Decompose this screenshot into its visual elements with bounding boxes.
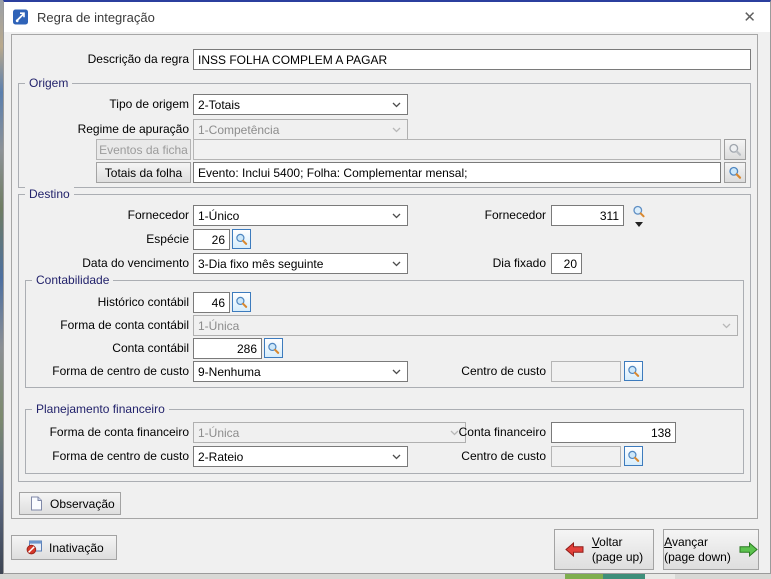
forma-centro-custo-financeiro-label: Forma de centro de custo <box>52 449 189 463</box>
especie-label: Espécie <box>146 232 189 246</box>
green-right-arrow-icon <box>739 542 758 557</box>
tipo-origem-combobox[interactable]: 2-Totais <box>193 94 408 115</box>
tipo-origem-label: Tipo de origem <box>109 97 189 111</box>
tipo-origem-value: 2-Totais <box>198 97 241 112</box>
forma-conta-contabil-combobox: 1-Única <box>193 315 738 336</box>
window-title: Regra de integração <box>37 9 155 25</box>
centro-custo-contabil-input <box>551 361 621 382</box>
forma-conta-financeiro-value: 1-Única <box>198 425 240 440</box>
screen: Regra de integração ✕ Descrição da regra… <box>0 0 771 579</box>
forma-centro-custo-financeiro-value: 2-Rateio <box>198 449 244 464</box>
data-vencimento-value: 3-Dia fixo mês seguinte <box>198 256 324 271</box>
forma-centro-custo-contabil-value: 9-Nenhuma <box>198 364 261 379</box>
chevron-down-icon <box>392 127 401 133</box>
desktop-color-patch <box>603 574 645 579</box>
dia-fixado-label: Dia fixado <box>492 256 546 270</box>
voltar-button[interactable]: Voltar (page up) <box>554 529 654 570</box>
conta-contabil-input[interactable]: 286 <box>193 338 262 359</box>
descricao-input[interactable]: INSS FOLHA COMPLEM A PAGAR <box>193 49 751 70</box>
fornecedor-dropdown-arrow-icon[interactable] <box>635 222 643 227</box>
chevron-down-icon <box>392 102 401 108</box>
regra-integracao-dialog: Regra de integração ✕ Descrição da regra… <box>3 0 771 574</box>
totais-folha-button[interactable]: Totais da folha <box>96 162 191 183</box>
desktop-color-patch <box>645 574 675 579</box>
eventos-ficha-button: Eventos da ficha <box>96 139 191 160</box>
planejamento-legend: Planejamento financeiro <box>32 402 169 416</box>
descricao-label: Descrição da regra <box>87 52 189 66</box>
forma-conta-financeiro-label: Forma de conta financeiro <box>49 425 189 439</box>
fornecedor-codigo-input[interactable]: 311 <box>551 205 624 226</box>
document-icon <box>30 496 43 511</box>
regime-apuracao-label: Regime de apuração <box>77 122 189 136</box>
voltar-button-label: Voltar <box>591 534 623 549</box>
fornecedor-label: Fornecedor <box>127 208 189 222</box>
centro-custo-contabil-magnifier-icon[interactable] <box>624 361 643 381</box>
forma-centro-custo-contabil-label: Forma de centro de custo <box>52 364 189 378</box>
conta-financeiro-input[interactable]: 138 <box>551 422 676 443</box>
fornecedor-magnifier-icon[interactable] <box>632 205 646 219</box>
observacao-button[interactable]: Observação <box>19 492 121 515</box>
inativacao-button-label: Inativação <box>49 540 104 555</box>
integration-app-icon <box>12 9 30 25</box>
dia-fixado-input[interactable]: 20 <box>551 253 582 274</box>
origem-legend: Origem <box>25 76 73 90</box>
historico-contabil-label: Histórico contábil <box>97 295 189 309</box>
destino-legend: Destino <box>25 187 74 201</box>
conta-contabil-label: Conta contábil <box>112 341 189 355</box>
avancar-button-hint: (page down) <box>664 549 731 564</box>
close-icon[interactable]: ✕ <box>743 8 756 26</box>
voltar-button-hint: (page up) <box>591 549 644 564</box>
centro-custo-financeiro-input <box>551 446 621 467</box>
eventos-ficha-magnifier-icon <box>724 139 746 160</box>
red-left-arrow-icon <box>565 542 584 557</box>
fornecedor-value: 1-Único <box>198 208 240 223</box>
totais-folha-magnifier-icon[interactable] <box>724 162 746 183</box>
data-vencimento-label: Data do vencimento <box>82 256 189 270</box>
inativacao-button[interactable]: Inativação <box>11 535 117 560</box>
regime-apuracao-value: 1-Competência <box>198 122 280 137</box>
conta-financeiro-label: Conta financeiro <box>458 425 546 439</box>
fornecedor-codigo-label: Fornecedor <box>484 208 546 222</box>
centro-custo-financeiro-magnifier-icon[interactable] <box>624 446 643 466</box>
forma-conta-contabil-value: 1-Única <box>198 318 240 333</box>
chevron-down-icon <box>722 323 731 329</box>
especie-input[interactable]: 26 <box>193 229 230 250</box>
forma-conta-contabil-label: Forma de conta contábil <box>60 318 189 332</box>
eventos-ficha-field <box>193 139 721 160</box>
centro-custo-contabil-label: Centro de custo <box>461 364 546 378</box>
conta-contabil-magnifier-icon[interactable] <box>264 338 283 358</box>
window-prohibition-icon <box>26 540 42 555</box>
desktop-color-patch <box>565 574 603 579</box>
especie-magnifier-icon[interactable] <box>232 229 251 249</box>
historico-contabil-magnifier-icon[interactable] <box>232 292 251 312</box>
centro-custo-financeiro-label: Centro de custo <box>461 449 546 463</box>
regime-apuracao-combobox: 1-Competência <box>193 119 408 140</box>
totais-folha-field[interactable]: Evento: Inclui 5400; Folha: Complementar… <box>193 162 721 183</box>
desktop-background-sliver <box>0 574 771 579</box>
historico-contabil-input[interactable]: 46 <box>193 292 230 313</box>
avancar-button-label: Avançar <box>664 534 708 549</box>
avancar-button[interactable]: Avançar (page down) <box>663 529 759 570</box>
observacao-button-label: Observação <box>50 496 115 511</box>
titlebar[interactable]: Regra de integração ✕ <box>4 2 770 32</box>
contabilidade-legend: Contabilidade <box>32 273 114 287</box>
